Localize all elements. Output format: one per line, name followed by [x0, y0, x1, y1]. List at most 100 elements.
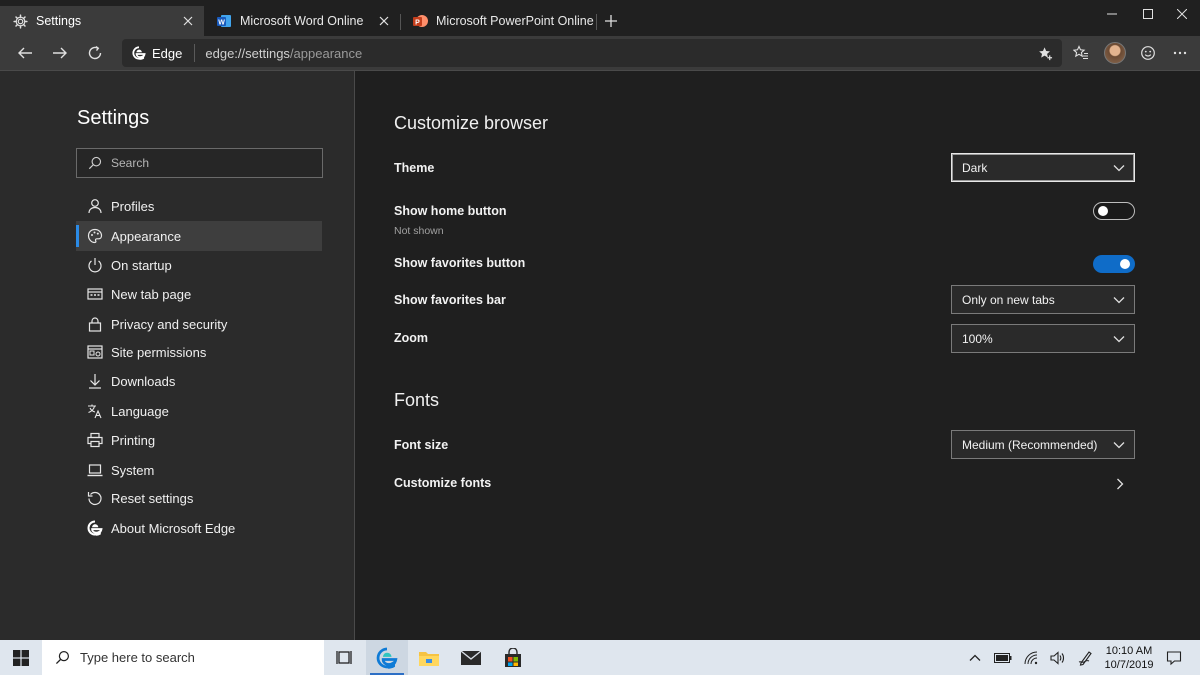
close-window-button[interactable]	[1162, 0, 1200, 28]
pen-workspace-button[interactable]	[1073, 640, 1099, 675]
taskbar-app-mail[interactable]	[450, 640, 492, 675]
power-icon	[86, 256, 104, 274]
sidebar-item-language[interactable]: Language	[76, 396, 322, 426]
powerpoint-icon: P	[412, 13, 428, 29]
browser-toolbar: Edge edge://settings/appearance	[0, 36, 1200, 70]
minimize-icon	[1107, 9, 1117, 19]
windows-taskbar: Type here to search 10:10 AM 10/7/2019	[0, 640, 1200, 675]
sidebar-title: Settings	[77, 107, 150, 129]
wifi-icon	[1024, 651, 1038, 665]
tab-settings[interactable]: Settings	[0, 6, 204, 36]
taskbar-clock[interactable]: 10:10 AM 10/7/2019	[1100, 644, 1158, 672]
svg-text:P: P	[415, 19, 420, 26]
minimize-button[interactable]	[1092, 0, 1132, 28]
battery-status[interactable]	[990, 640, 1016, 675]
theme-dropdown[interactable]: Dark	[951, 153, 1135, 182]
tab-powerpoint-online[interactable]: P Microsoft PowerPoint Online	[400, 6, 596, 36]
home-button-toggle[interactable]	[1093, 202, 1135, 220]
add-favorite-button[interactable]	[1036, 44, 1054, 62]
settings-content: Customize browser Theme Dark Show home b…	[356, 71, 1200, 640]
sidebar-item-system[interactable]: System	[76, 455, 322, 485]
network-status[interactable]	[1018, 640, 1044, 675]
more-options-button[interactable]	[1167, 40, 1193, 66]
profile-button[interactable]	[1102, 40, 1128, 66]
favorites-button[interactable]	[1068, 40, 1094, 66]
task-view-button[interactable]	[324, 640, 366, 675]
sidebar-item-label: On startup	[111, 257, 172, 273]
customize-fonts-link[interactable]: Customize fonts	[394, 476, 491, 490]
taskbar-app-store[interactable]	[492, 640, 534, 675]
tab-label: Microsoft PowerPoint Online	[436, 14, 594, 28]
url-text: edge://settings/appearance	[205, 46, 362, 61]
clock-date: 10/7/2019	[1104, 659, 1154, 671]
arrow-right-icon	[52, 45, 68, 61]
sidebar-item-label: Appearance	[111, 228, 182, 244]
font-size-dropdown[interactable]: Medium (Recommended)	[951, 430, 1135, 459]
close-icon[interactable]	[180, 13, 196, 29]
sidebar-item-site-permissions[interactable]: Site permissions	[76, 337, 322, 367]
settings-search-input[interactable]: Search	[76, 148, 323, 178]
sidebar-item-label: Privacy and security	[111, 316, 228, 332]
chevron-down-icon	[1112, 332, 1126, 346]
site-identity-badge[interactable]: Edge	[132, 44, 196, 62]
gear-icon	[12, 13, 28, 29]
close-icon[interactable]	[376, 13, 392, 29]
tab-strip: Settings W Microsoft Word Online P Micro…	[0, 0, 1200, 36]
sidebar-item-reset-settings[interactable]: Reset settings	[76, 483, 322, 513]
sidebar-item-about-microsoft-edge[interactable]: About Microsoft Edge	[76, 513, 322, 543]
back-button[interactable]	[12, 40, 38, 66]
address-bar[interactable]: Edge edge://settings/appearance	[122, 39, 1062, 67]
zoom-dropdown[interactable]: 100%	[951, 324, 1135, 353]
zoom-label: Zoom	[394, 331, 429, 345]
taskbar-app-file-explorer[interactable]	[408, 640, 450, 675]
tab-separator	[596, 14, 597, 30]
sidebar-item-label: About Microsoft Edge	[111, 520, 236, 536]
sidebar-item-new-tab-page[interactable]: New tab page	[76, 279, 322, 309]
taskbar-app-edge[interactable]	[366, 640, 408, 675]
sidebar-item-downloads[interactable]: Downloads	[76, 366, 322, 396]
search-icon	[87, 155, 103, 171]
sidebar-item-label: Site permissions	[111, 344, 207, 360]
forward-button[interactable]	[47, 40, 73, 66]
taskbar-search-box[interactable]: Type here to search	[42, 640, 324, 675]
download-icon	[86, 372, 104, 390]
word-icon: W	[216, 13, 232, 29]
smiley-icon	[1140, 45, 1156, 61]
sidebar-item-label: Printing	[111, 432, 156, 448]
volume-control[interactable]	[1045, 640, 1071, 675]
sidebar-item-profiles[interactable]: Profiles	[76, 191, 322, 221]
tab-word-online[interactable]: W Microsoft Word Online	[204, 6, 400, 36]
printer-icon	[86, 431, 104, 449]
refresh-button[interactable]	[82, 40, 108, 66]
speaker-icon	[1050, 650, 1066, 665]
sidebar-item-label: System	[111, 462, 155, 478]
sidebar-item-privacy-and-security[interactable]: Privacy and security	[76, 309, 322, 339]
edge-logo-icon	[132, 46, 146, 60]
chevron-right-icon[interactable]	[1113, 477, 1127, 491]
avatar	[1104, 42, 1126, 64]
battery-icon	[994, 652, 1012, 663]
feedback-button[interactable]	[1135, 40, 1161, 66]
sidebar-item-label: Downloads	[111, 373, 176, 389]
start-button[interactable]	[0, 640, 42, 675]
favorites-bar-dropdown[interactable]: Only on new tabs	[951, 285, 1135, 314]
font-size-label: Font size	[394, 438, 449, 452]
show-hidden-icons-button[interactable]	[962, 640, 988, 675]
favorites-bar-label: Show favorites bar	[394, 293, 506, 307]
taskbar-search-placeholder: Type here to search	[80, 650, 195, 665]
store-bag-icon	[503, 647, 523, 668]
font-size-value: Medium (Recommended)	[962, 437, 1098, 452]
favorites-button-toggle[interactable]	[1093, 255, 1135, 273]
home-button-label: Show home button	[394, 204, 507, 218]
toggle-knob	[1098, 206, 1108, 216]
sidebar-item-appearance[interactable]: Appearance	[76, 221, 322, 251]
url-host: edge://settings	[205, 45, 290, 61]
sidebar-item-printing[interactable]: Printing	[76, 425, 322, 455]
new-tab-button[interactable]	[600, 10, 622, 32]
more-icon	[1172, 45, 1188, 61]
sidebar-item-label: Reset settings	[111, 490, 194, 506]
action-center-button[interactable]	[1164, 648, 1184, 668]
mail-icon	[460, 649, 482, 666]
sidebar-item-on-startup[interactable]: On startup	[76, 250, 322, 280]
close-icon	[1177, 9, 1187, 19]
